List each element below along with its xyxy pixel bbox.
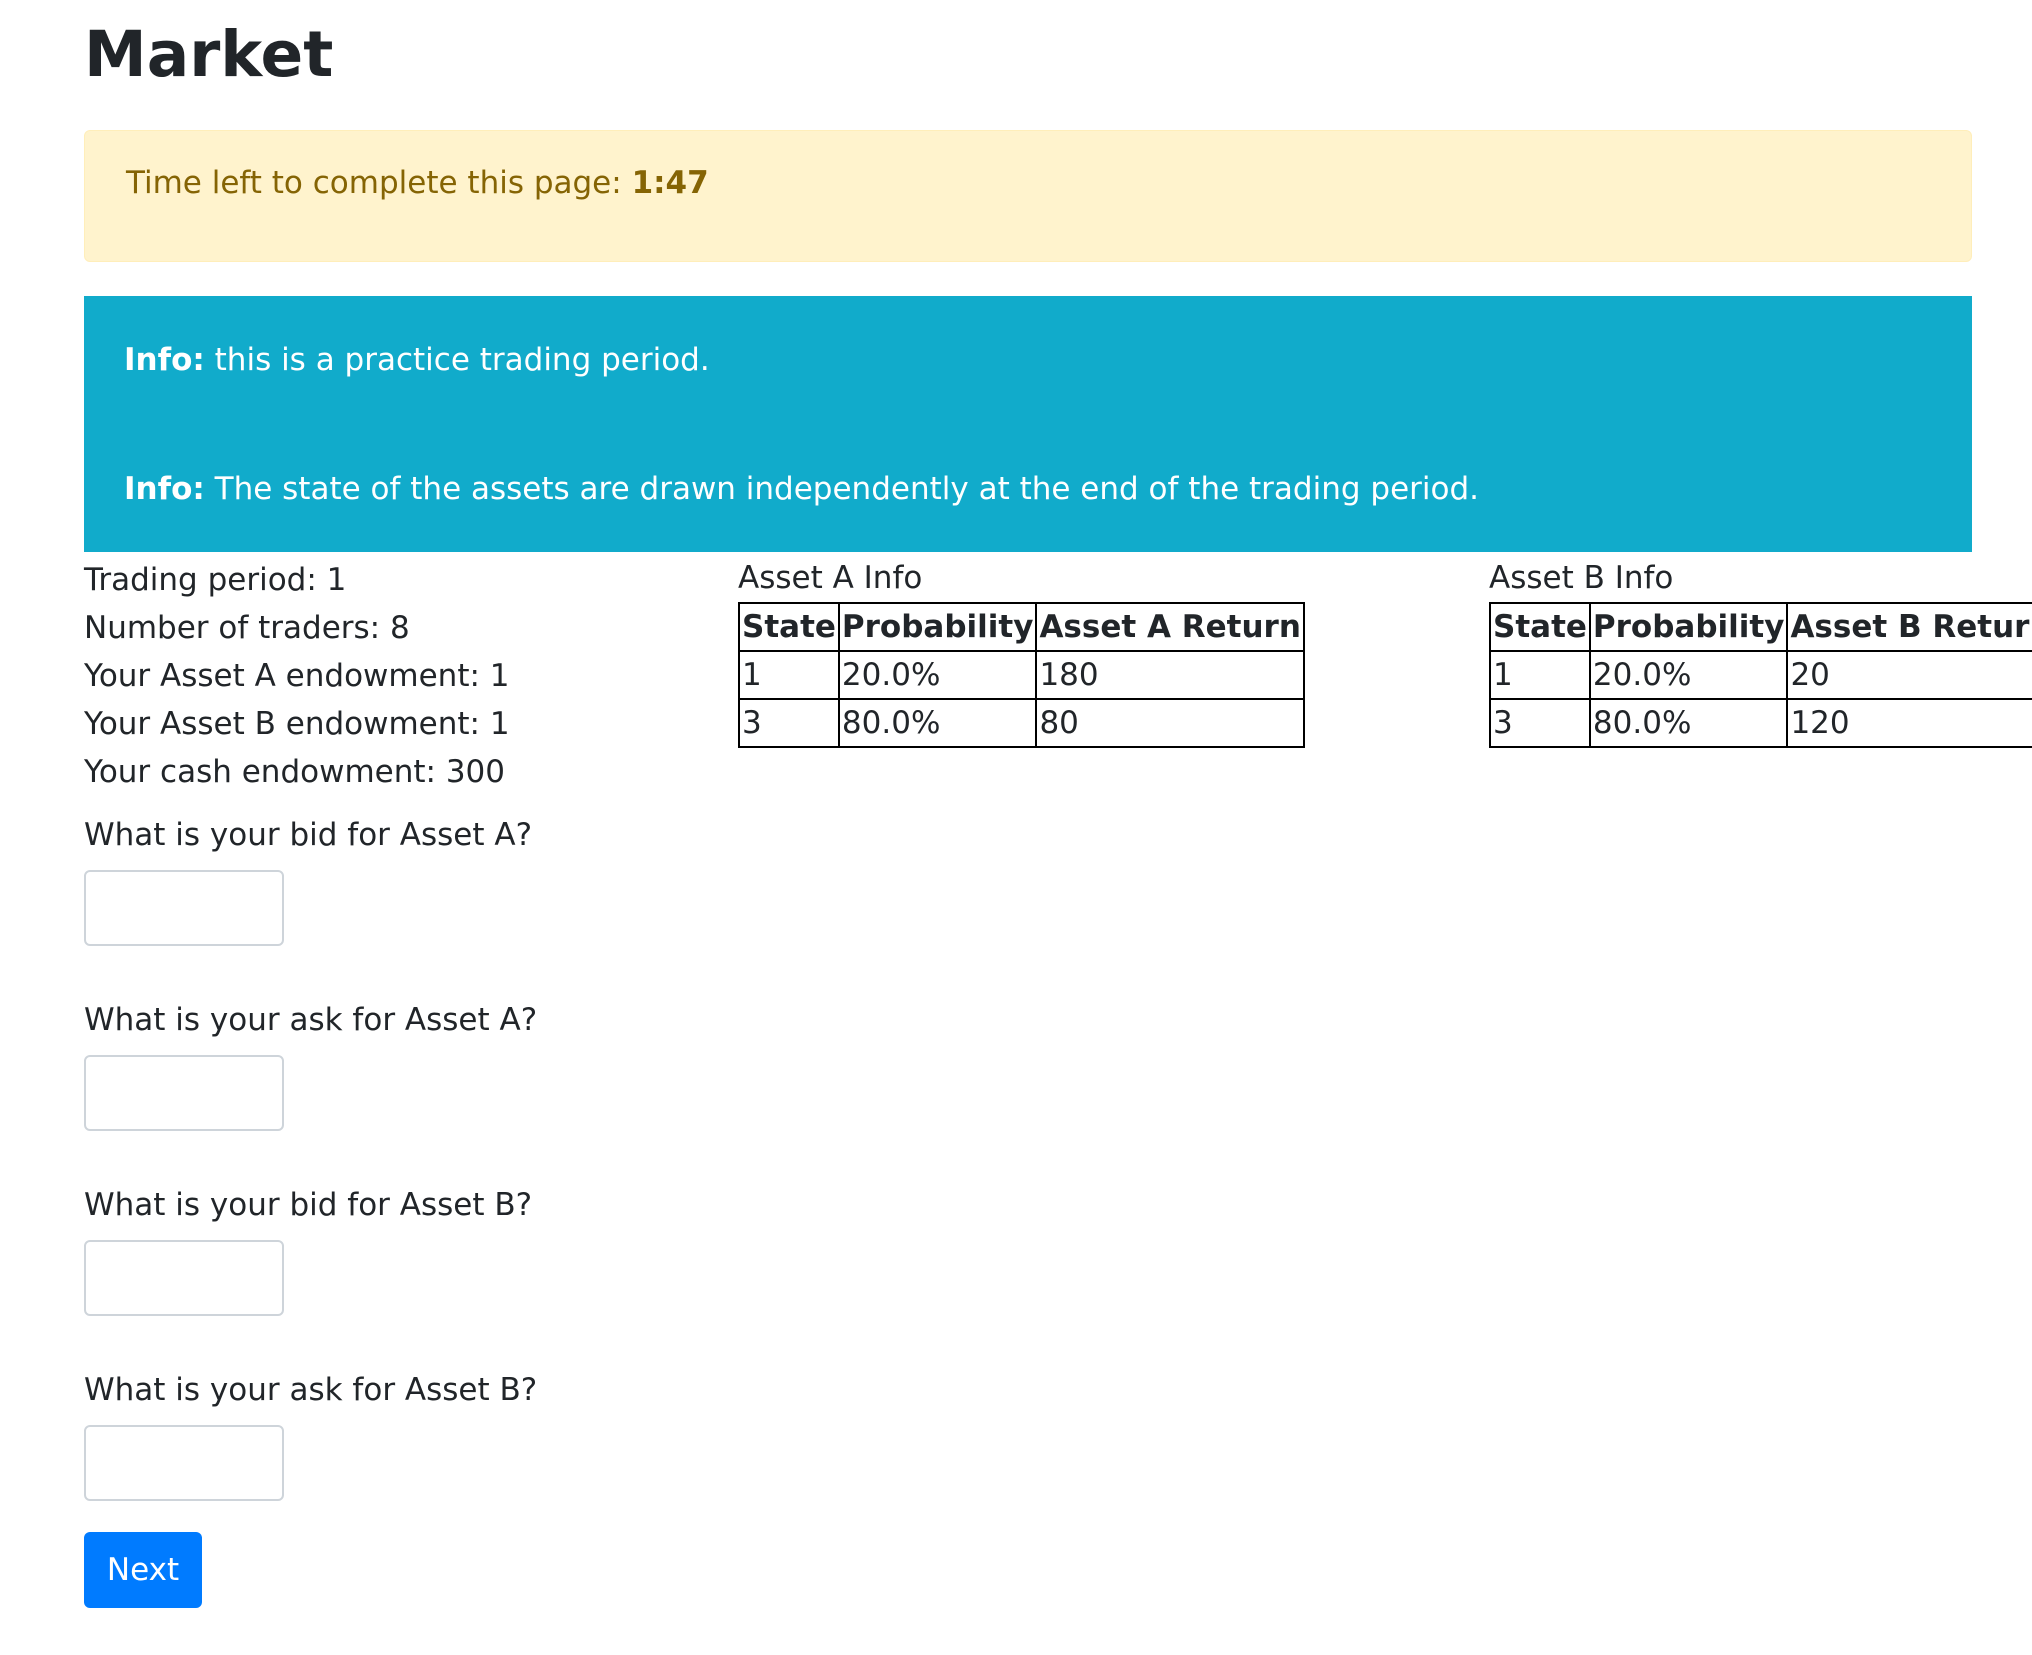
ask-asset-b-label: What is your ask for Asset B? [84,1372,538,1408]
state-cell: 1 [1489,650,1591,700]
asset-a-info: Asset A Info State Probability Asset A R… [738,556,1305,748]
asset-a-table: State Probability Asset A Return 1 20.0%… [738,602,1305,748]
table-row: 1 20.0% 180 [738,650,1305,700]
info-text: this is a practice trading period. [204,342,710,378]
info-prefix: Info: [124,471,205,507]
state-cell: 3 [738,698,840,748]
info-message-practice: Info: this is a practice trading period. [124,338,710,382]
column-header-return: Asset B Return [1786,602,2032,652]
state-cell: 3 [1489,698,1591,748]
info-panel: Info: this is a practice trading period.… [84,296,1972,552]
table-header-row: State Probability Asset A Return [738,602,1305,652]
bid-asset-a-label: What is your bid for Asset A? [84,817,533,853]
return-cell: 20 [1786,650,2032,700]
probability-cell: 20.0% [837,650,1038,700]
probability-cell: 80.0% [1588,698,1789,748]
timer-label: Time left to complete this page: [126,165,632,201]
asset-a-endowment-text: Your Asset A endowment: 1 [84,658,510,694]
ask-asset-a-label: What is your ask for Asset A? [84,1002,538,1038]
timer-value: 1:47 [631,165,709,201]
asset-b-table: State Probability Asset B Return 1 20.0%… [1489,602,2032,748]
state-cell: 1 [738,650,840,700]
probability-cell: 20.0% [1588,650,1789,700]
return-cell: 120 [1786,698,2032,748]
trading-period-text: Trading period: 1 [84,562,347,598]
table-row: 1 20.0% 20 [1489,650,2032,700]
cash-endowment-text: Your cash endowment: 300 [84,754,505,790]
table-row: 3 80.0% 120 [1489,698,2032,748]
asset-b-info: Asset B Info State Probability Asset B R… [1489,556,2032,748]
info-message-state-draw: Info: The state of the assets are drawn … [124,467,1479,511]
column-header-probability: Probability [1588,602,1789,652]
return-cell: 80 [1035,698,1305,748]
ask-asset-a-input[interactable] [84,1055,284,1131]
asset-a-title: Asset A Info [738,560,923,596]
number-of-traders-text: Number of traders: 8 [84,610,410,646]
asset-b-title: Asset B Info [1489,560,1674,596]
next-button[interactable]: Next [84,1532,202,1608]
bid-asset-b-label: What is your bid for Asset B? [84,1187,533,1223]
column-header-probability: Probability [837,602,1038,652]
page-title: Market [84,18,334,91]
info-text: The state of the assets are drawn indepe… [204,471,1479,507]
timer-alert: Time left to complete this page: 1:47 [84,130,1972,262]
asset-b-endowment-text: Your Asset B endowment: 1 [84,706,510,742]
bid-asset-b-input[interactable] [84,1240,284,1316]
ask-asset-b-input[interactable] [84,1425,284,1501]
info-prefix: Info: [124,342,205,378]
column-header-state: State [1489,602,1591,652]
column-header-return: Asset A Return [1035,602,1305,652]
bid-asset-a-input[interactable] [84,870,284,946]
return-cell: 180 [1035,650,1305,700]
table-row: 3 80.0% 80 [738,698,1305,748]
probability-cell: 80.0% [837,698,1038,748]
column-header-state: State [738,602,840,652]
table-header-row: State Probability Asset B Return [1489,602,2032,652]
trader-stats: Trading period: 1 Number of traders: 8 Y… [84,556,724,796]
